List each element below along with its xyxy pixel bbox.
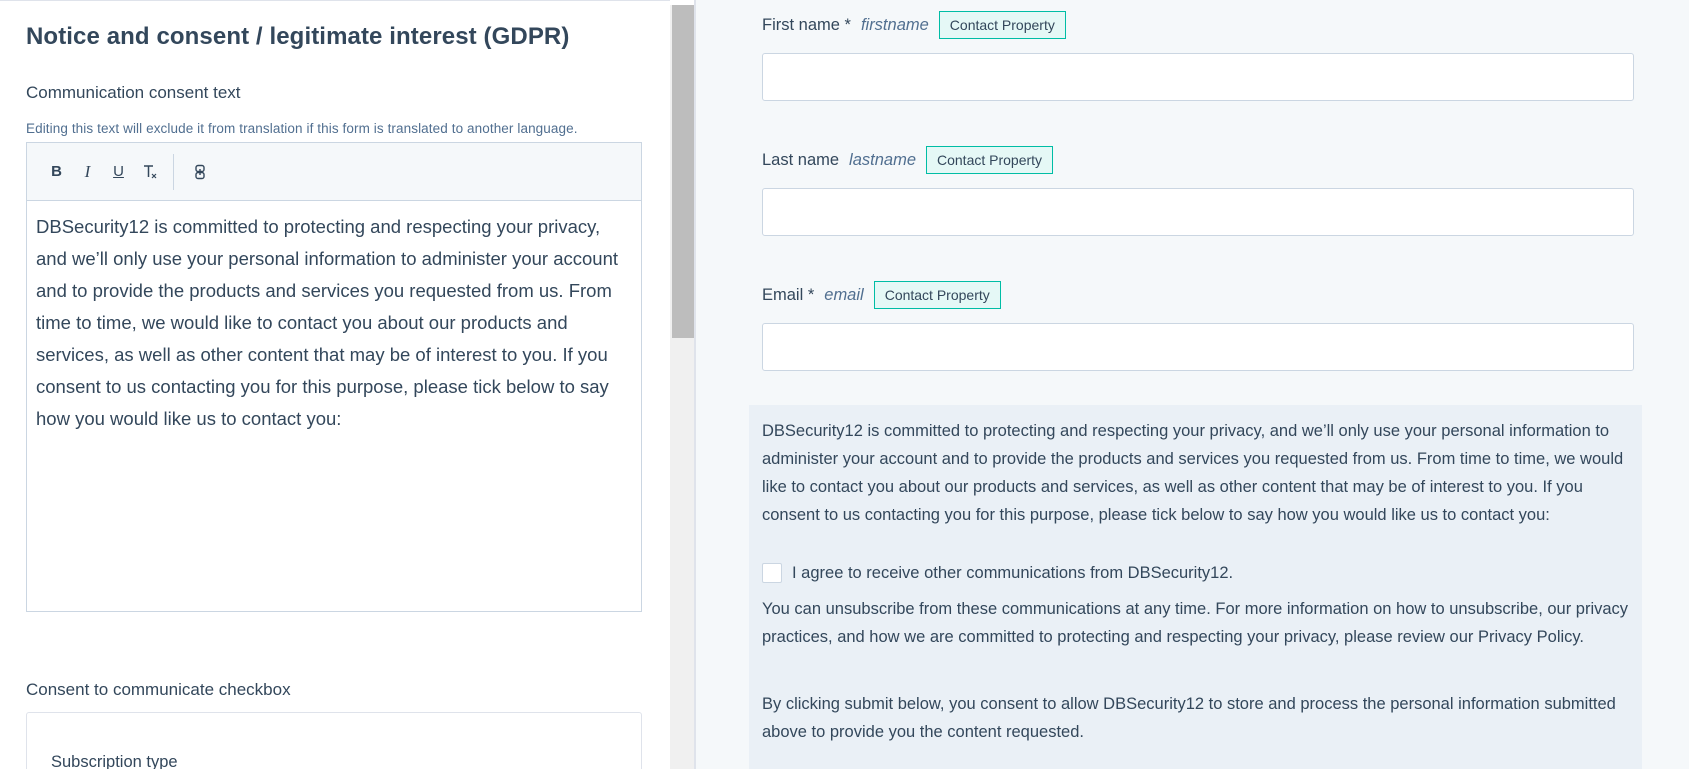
consent-text-label: Communication consent text (26, 83, 241, 102)
field-label: Last name (762, 150, 840, 169)
help-text: Editing this text will exclude it from t… (26, 121, 578, 136)
firstname-label-row: First name * firstname Contact Property (762, 11, 1066, 39)
consent-section: DBSecurity12 is committed to protecting … (749, 405, 1642, 769)
submit-consent-text: By clicking submit below, you consent to… (762, 695, 1616, 741)
checkbox-section-label: Consent to communicate checkbox (26, 680, 291, 699)
firstname-input[interactable] (762, 53, 1634, 101)
field-internal-name: email (824, 285, 864, 304)
contact-property-badge: Contact Property (926, 146, 1054, 174)
bold-button[interactable]: B (41, 157, 72, 187)
editor-content[interactable]: DBSecurity12 is committed to protecting … (27, 201, 641, 445)
consent-checkbox-row[interactable]: I agree to receive other communications … (762, 563, 1233, 583)
unsubscribe-text: You can unsubscribe from these communica… (762, 600, 1629, 646)
consent-text-editor: B I U DBSecurity12 is committed to prote… (26, 142, 642, 612)
consent-checkbox[interactable] (762, 563, 782, 583)
subscription-type-card: Subscription type (26, 712, 642, 769)
link-icon (194, 164, 205, 179)
consent-text: DBSecurity12 is committed to protecting … (762, 422, 1624, 524)
underline-button[interactable]: U (103, 157, 134, 187)
field-internal-name: lastname (849, 150, 916, 169)
consent-checkbox-label[interactable]: I agree to receive other communications … (792, 564, 1233, 583)
consent-settings-panel: Notice and consent / legitimate interest… (0, 0, 670, 769)
contact-property-badge: Contact Property (938, 11, 1066, 39)
link-button[interactable] (184, 157, 215, 187)
field-label: First name * (762, 15, 851, 34)
editor-toolbar: B I U (27, 143, 641, 201)
form-preview: First name * firstname Contact Property … (696, 0, 1689, 769)
lastname-input[interactable] (762, 188, 1634, 236)
toolbar-divider (173, 153, 174, 190)
field-label: Email * (762, 285, 815, 304)
italic-button[interactable]: I (72, 157, 103, 187)
email-label-row: Email * email Contact Property (762, 281, 1001, 309)
field-internal-name: firstname (860, 15, 929, 34)
clear-format-icon (143, 164, 156, 178)
email-input[interactable] (762, 323, 1634, 371)
panel-title: Notice and consent / legitimate interest… (26, 23, 570, 50)
scrollbar-thumb[interactable] (672, 5, 694, 338)
clear-format-button[interactable] (134, 157, 165, 187)
subscription-type-label: Subscription type (51, 753, 178, 769)
lastname-label-row: Last name lastname Contact Property (762, 146, 1054, 174)
contact-property-badge: Contact Property (873, 281, 1001, 309)
